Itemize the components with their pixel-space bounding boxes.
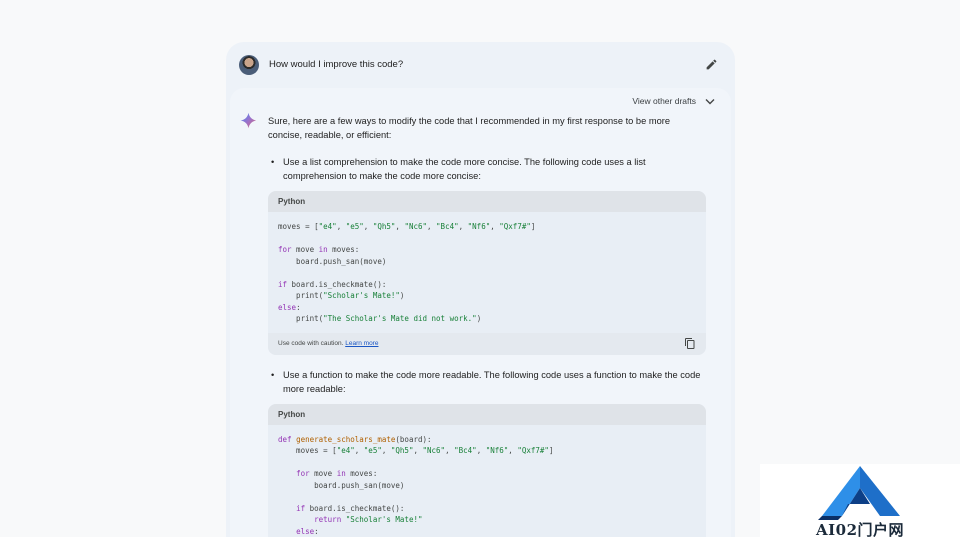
response-body: Sure, here are a few ways to modify the …: [268, 115, 708, 537]
drafts-label: View other drafts: [632, 96, 696, 106]
watermark: AI02门户网: [760, 464, 960, 537]
code-content[interactable]: moves = ["e4", "e5", "Qh5", "Nc6", "Bc4"…: [268, 212, 706, 333]
chat-card: How would I improve this code? View othe…: [226, 42, 735, 537]
edit-icon[interactable]: [705, 58, 718, 71]
user-prompt: How would I improve this code?: [226, 42, 735, 88]
watermark-text: AI02门户网: [816, 521, 905, 537]
prompt-text: How would I improve this code?: [269, 59, 404, 70]
code-block: Python moves = ["e4", "e5", "Qh5", "Nc6"…: [268, 191, 706, 355]
response-intro: Sure, here are a few ways to modify the …: [268, 116, 671, 140]
logo-icon: [818, 466, 900, 520]
list-item: Use a function to make the code more rea…: [268, 368, 708, 396]
code-footer: Use code with caution. Learn more: [268, 332, 706, 355]
list-item: Use a list comprehension to make the cod…: [268, 155, 708, 183]
avatar: [239, 55, 259, 75]
code-language-label: Python: [268, 403, 706, 425]
code-content[interactable]: def generate_scholars_mate(board): moves…: [268, 425, 706, 537]
learn-more-link[interactable]: Learn more: [345, 340, 378, 347]
caution-text: Use code with caution.: [278, 339, 344, 347]
view-other-drafts-button[interactable]: View other drafts: [632, 96, 715, 106]
gemini-sparkle-icon: [240, 112, 257, 129]
response-panel: View other drafts Sure, here are a few w…: [230, 88, 731, 537]
code-block: Python def generate_scholars_mate(board)…: [268, 403, 706, 537]
copy-icon[interactable]: [684, 337, 696, 350]
chevron-down-icon: [705, 98, 715, 104]
code-language-label: Python: [268, 191, 706, 212]
